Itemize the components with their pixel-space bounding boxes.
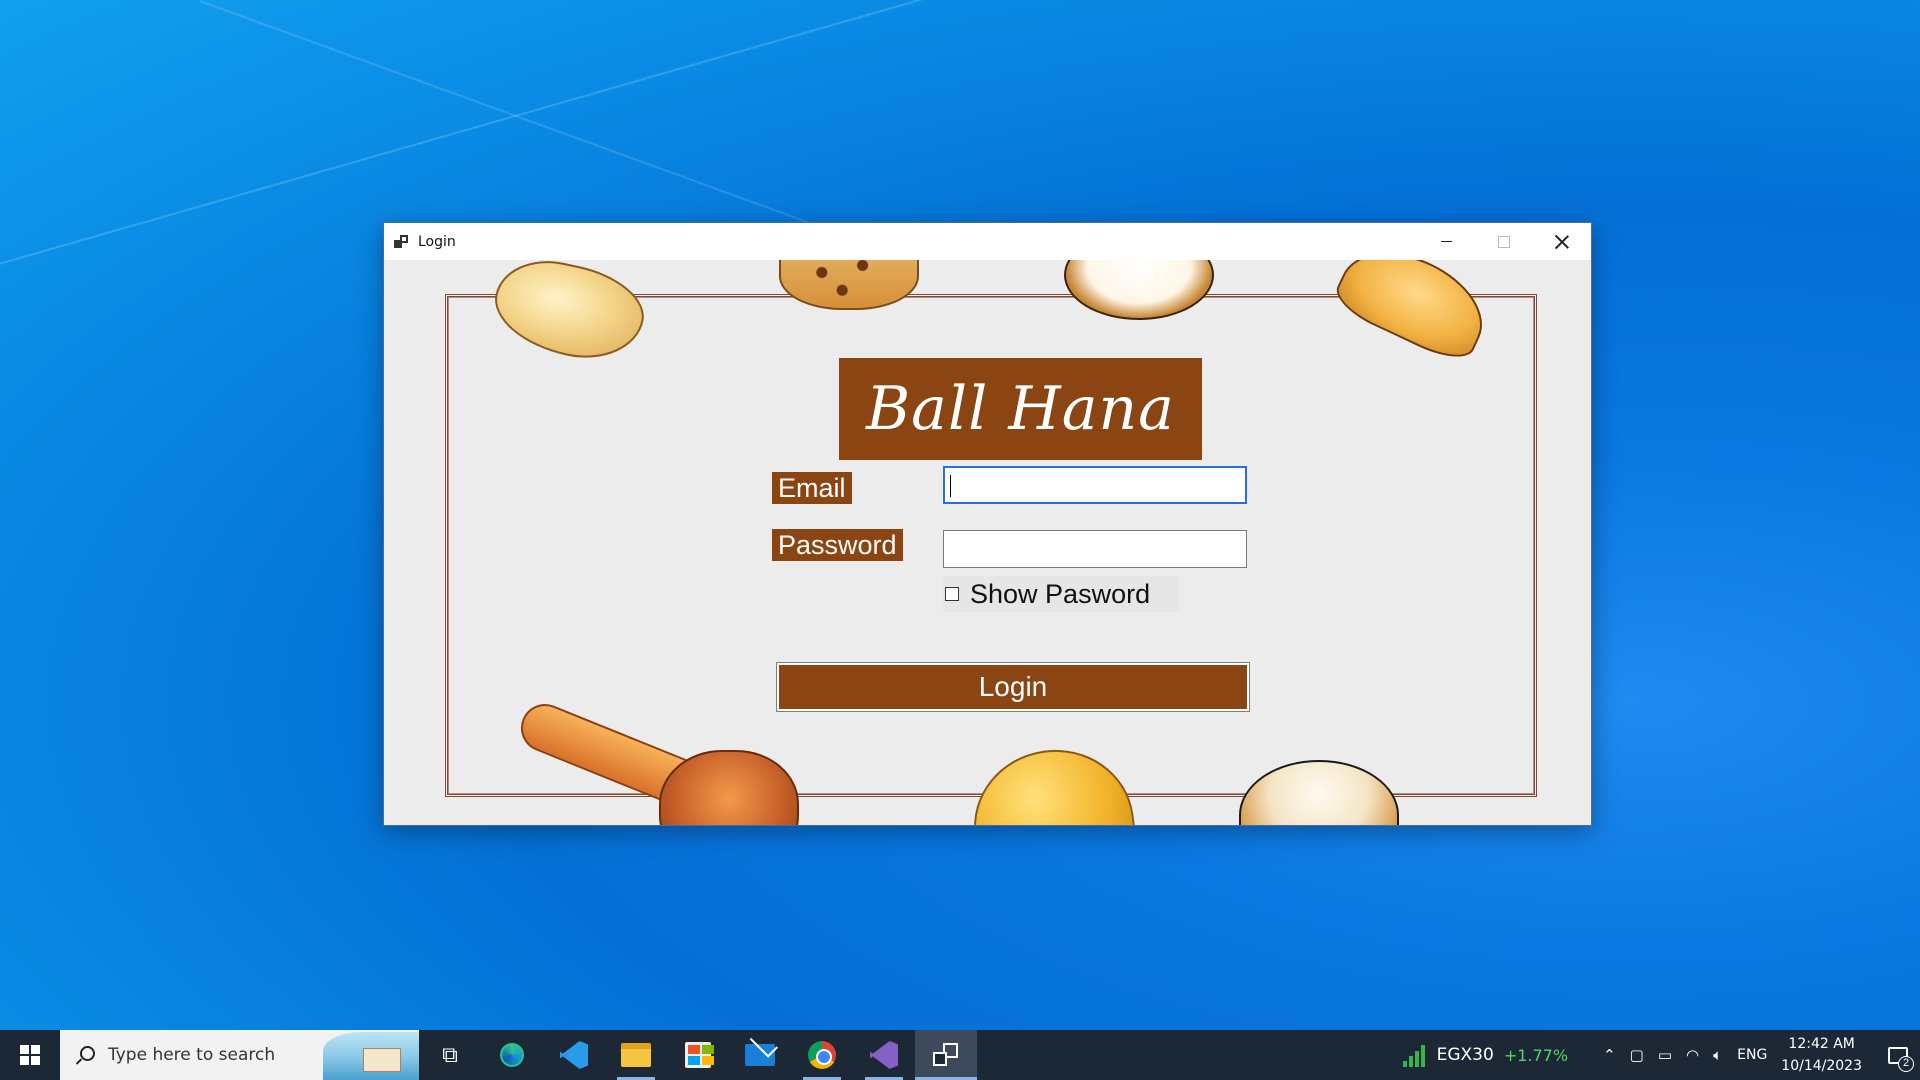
password-field[interactable] — [943, 530, 1247, 568]
brand-logo: Ball Hana — [839, 358, 1202, 460]
volume-icon[interactable]: 🔈︎ — [1713, 1046, 1722, 1064]
edge-icon — [497, 1040, 527, 1070]
app-icon — [394, 234, 410, 250]
task-view-icon: ⧉ — [442, 1042, 458, 1068]
notification-badge: 2 — [1898, 1056, 1914, 1072]
stock-chart-icon — [1402, 1043, 1429, 1067]
maximize-icon — [1498, 235, 1510, 248]
task-view-button[interactable]: ⧉ — [419, 1030, 481, 1080]
taskbar-edge[interactable] — [481, 1030, 543, 1080]
folder-icon — [621, 1043, 651, 1067]
visual-studio-icon — [870, 1041, 898, 1069]
chrome-icon — [808, 1041, 836, 1069]
notification-button[interactable]: 2 — [1876, 1030, 1920, 1080]
mail-icon — [745, 1044, 775, 1066]
taskbar-login-app[interactable] — [915, 1030, 977, 1080]
text-caret — [950, 475, 951, 497]
email-label: Email — [772, 472, 852, 504]
show-password-label: Show Pasword — [970, 578, 1151, 609]
taskbar-file-explorer[interactable] — [605, 1030, 667, 1080]
stock-widget[interactable]: EGX30 +1.77% — [1402, 1043, 1569, 1067]
maximize-button — [1475, 223, 1533, 260]
clock-date: 10/14/2023 — [1781, 1058, 1862, 1074]
language-indicator[interactable]: ENG — [1737, 1047, 1767, 1063]
minimize-button[interactable] — [1417, 223, 1475, 260]
login-button[interactable]: Login — [776, 662, 1250, 712]
battery-icon[interactable]: ▭ — [1658, 1046, 1672, 1064]
chevron-up-icon[interactable]: ⌃ — [1603, 1046, 1616, 1064]
store-icon — [685, 1042, 714, 1068]
close-icon — [1555, 235, 1569, 249]
email-field[interactable] — [943, 466, 1247, 504]
minimize-icon — [1440, 241, 1452, 242]
show-password-toggle[interactable]: Show Pasword — [943, 576, 1179, 612]
taskbar-chrome[interactable] — [791, 1030, 853, 1080]
clock-time: 12:42 AM — [1788, 1036, 1855, 1052]
form-app-icon — [933, 1043, 959, 1067]
clock[interactable]: 12:42 AM 10/14/2023 — [1781, 1033, 1862, 1077]
taskbar-store[interactable] — [667, 1030, 729, 1080]
meet-icon[interactable]: ▢ — [1630, 1046, 1644, 1064]
login-form: Ball Hana Email Password Show Pasword Lo… — [384, 260, 1591, 825]
close-button[interactable] — [1533, 223, 1591, 260]
search-placeholder: Type here to search — [108, 1045, 276, 1065]
taskbar-visual-studio[interactable] — [853, 1030, 915, 1080]
stock-change: +1.77% — [1503, 1045, 1569, 1065]
title-bar[interactable]: Login — [384, 223, 1591, 260]
window-title: Login — [418, 233, 456, 250]
show-password-checkbox[interactable] — [945, 587, 959, 601]
system-tray: EGX30 +1.77% ⌃ ▢ ▭ ◠ 🔈︎ ENG 12:42 AM 10/… — [1402, 1030, 1920, 1080]
search-highlight-art — [323, 1032, 419, 1080]
password-label: Password — [772, 529, 903, 561]
taskbar-mail[interactable] — [729, 1030, 791, 1080]
vscode-icon — [560, 1041, 588, 1069]
wifi-icon[interactable]: ◠ — [1686, 1046, 1699, 1064]
taskbar: Type here to search ⧉ EGX30 +1.77% ⌃ ▢ ▭… — [0, 1030, 1920, 1080]
stock-name: EGX30 — [1436, 1045, 1494, 1065]
windows-icon — [20, 1045, 40, 1065]
start-button[interactable] — [0, 1030, 60, 1080]
login-window: Login Ball Hana Email Password Show Pasw… — [383, 222, 1592, 826]
taskbar-vscode[interactable] — [543, 1030, 605, 1080]
search-box[interactable]: Type here to search — [60, 1030, 419, 1080]
search-icon — [76, 1046, 95, 1064]
